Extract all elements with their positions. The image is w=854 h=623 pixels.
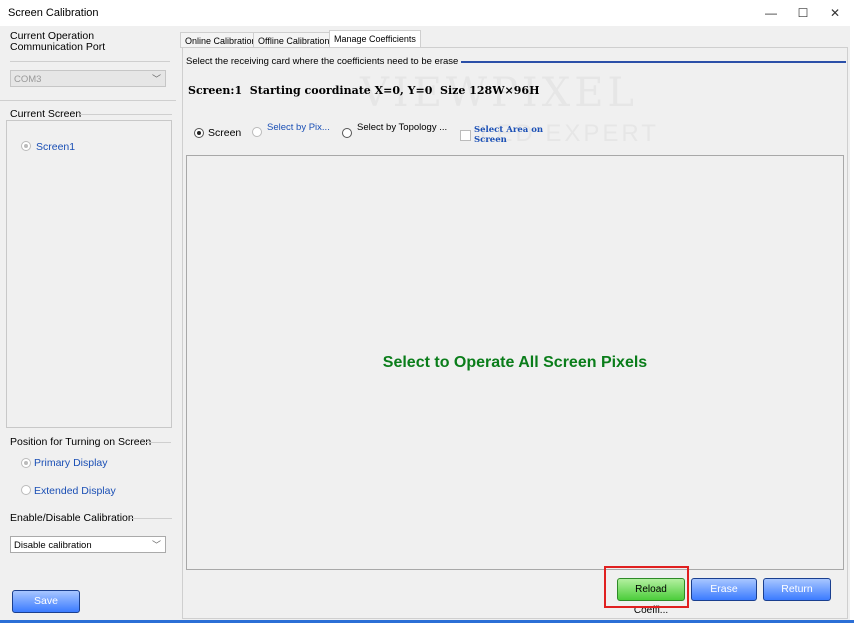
window-title: Screen Calibration (8, 7, 99, 19)
select-by-topology-radio[interactable] (342, 128, 352, 138)
minimize-icon[interactable]: — (756, 3, 786, 23)
extended-display-label: Extended Display (34, 485, 116, 497)
instruction-text: Select the receiving card where the coef… (186, 56, 462, 67)
left-panel: Current Operation Communication Port COM… (0, 26, 176, 620)
divider (130, 518, 172, 519)
select-by-pixel-radio[interactable] (252, 127, 262, 137)
maximize-icon[interactable]: ☐ (788, 3, 818, 23)
erase-button[interactable]: Erase (691, 578, 757, 601)
screen-info: Screen:1 Starting coordinate X=0, Y=0 Si… (188, 84, 540, 97)
tab-offline-calibration[interactable]: Offline Calibration (253, 32, 335, 48)
current-screen-group (6, 120, 172, 428)
select-area-label: Select Area on Screen (474, 125, 544, 145)
title-bar: Screen Calibration — ☐ ✕ (0, 0, 854, 26)
save-button[interactable]: Save (12, 590, 80, 613)
comm-port-select[interactable]: COM3 ﹀ (10, 70, 166, 87)
screen-option-label: Screen (208, 127, 242, 139)
chevron-down-icon: ﹀ (151, 540, 161, 550)
primary-display-radio[interactable] (21, 458, 31, 468)
screen1-label: Screen1 (36, 141, 76, 153)
comm-port-value: COM3 (14, 74, 42, 85)
current-screen-label: Current Screen (10, 108, 82, 120)
select-by-pixel-label: Select by Pix... (267, 122, 330, 133)
selection-area[interactable]: Select to Operate All Screen Pixels (186, 155, 844, 570)
divider (80, 114, 172, 115)
select-by-topology-label: Select by Topology ... (357, 122, 448, 133)
highlight-box (604, 566, 689, 608)
primary-display-label: Primary Display (34, 457, 108, 469)
chevron-down-icon: ﹀ (151, 74, 161, 84)
return-button[interactable]: Return (763, 578, 831, 601)
calibration-label: Enable/Disable Calibration (10, 512, 134, 524)
divider (143, 442, 171, 443)
area-message: Select to Operate All Screen Pixels (382, 354, 648, 371)
extended-display-radio[interactable] (21, 485, 31, 495)
calibration-select[interactable]: Disable calibration ﹀ (10, 536, 166, 553)
close-icon[interactable]: ✕ (820, 3, 850, 23)
tab-manage-coefficients[interactable]: Manage Coefficients (329, 30, 421, 48)
screen1-radio[interactable] (21, 141, 31, 151)
tab-online-calibration[interactable]: Online Calibration (180, 32, 262, 48)
divider (10, 61, 170, 62)
divider (0, 100, 176, 101)
position-label: Position for Turning on Screen (10, 436, 152, 448)
screen-radio[interactable] (194, 128, 204, 138)
comm-port-label: Current Operation Communication Port (10, 30, 106, 53)
select-area-checkbox[interactable] (460, 130, 471, 141)
calibration-value: Disable calibration (14, 540, 92, 551)
